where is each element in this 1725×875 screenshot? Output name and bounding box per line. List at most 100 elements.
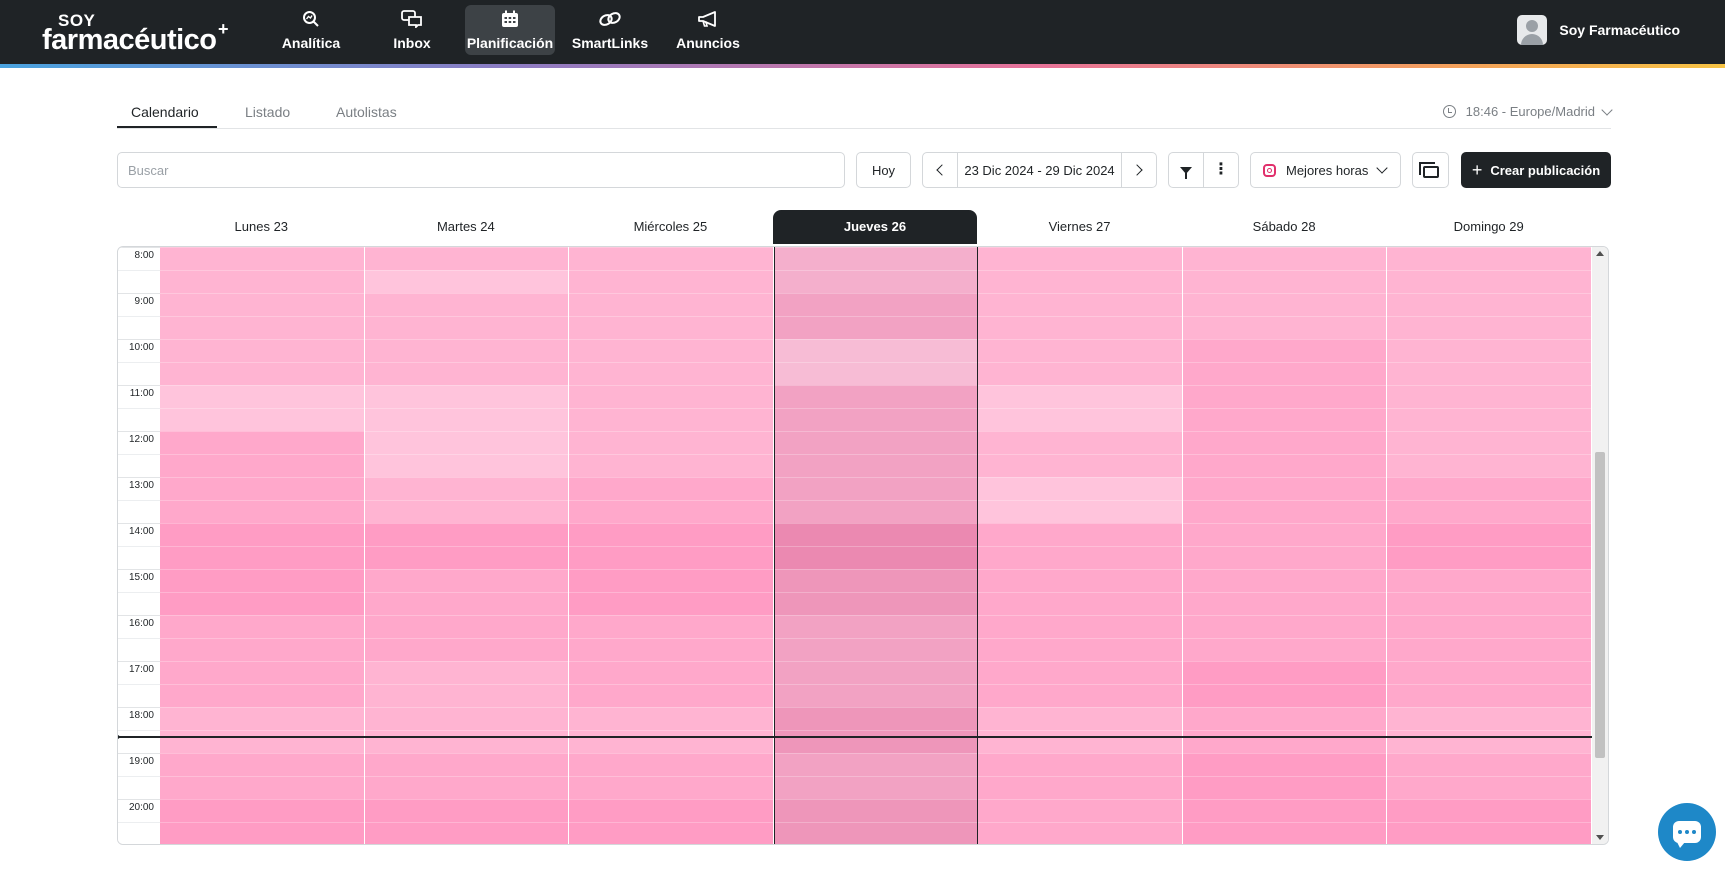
time-slot-cell[interactable] bbox=[978, 799, 1182, 822]
time-slot-cell[interactable] bbox=[569, 339, 773, 362]
time-slot-cell[interactable] bbox=[569, 316, 773, 339]
time-slot-cell[interactable] bbox=[160, 316, 364, 339]
time-slot-cell[interactable] bbox=[1387, 270, 1591, 293]
time-slot-cell[interactable] bbox=[774, 523, 978, 546]
time-slot-cell[interactable] bbox=[978, 661, 1182, 684]
time-slot-cell[interactable] bbox=[1182, 477, 1387, 500]
time-slot-cell[interactable] bbox=[569, 546, 773, 569]
time-slot-cell[interactable] bbox=[774, 822, 978, 844]
time-slot-cell[interactable] bbox=[1182, 753, 1387, 776]
time-slot-cell[interactable] bbox=[160, 500, 364, 523]
time-slot-cell[interactable] bbox=[978, 753, 1182, 776]
time-slot-cell[interactable] bbox=[160, 293, 364, 316]
time-slot-cell[interactable] bbox=[774, 500, 978, 523]
time-slot-cell[interactable] bbox=[160, 362, 364, 385]
time-slot-cell[interactable] bbox=[569, 431, 773, 454]
time-slot-cell[interactable] bbox=[774, 316, 978, 339]
time-slot-cell[interactable] bbox=[160, 684, 364, 707]
time-slot-cell[interactable] bbox=[978, 316, 1182, 339]
time-slot-cell[interactable] bbox=[1182, 454, 1387, 477]
time-slot-cell[interactable] bbox=[1182, 615, 1387, 638]
time-slot-cell[interactable] bbox=[1182, 546, 1387, 569]
time-slot-cell[interactable] bbox=[569, 638, 773, 661]
nav-item-anuncios[interactable]: Anuncios bbox=[663, 5, 753, 55]
time-slot-cell[interactable] bbox=[1387, 477, 1591, 500]
previous-week-button[interactable] bbox=[923, 153, 958, 187]
time-slot-cell[interactable] bbox=[569, 615, 773, 638]
time-slot-cell[interactable] bbox=[569, 661, 773, 684]
time-slot-cell[interactable] bbox=[1387, 385, 1591, 408]
time-slot-cell[interactable] bbox=[1387, 661, 1591, 684]
time-slot-cell[interactable] bbox=[774, 569, 978, 592]
time-slot-cell[interactable] bbox=[364, 247, 569, 270]
time-slot-cell[interactable] bbox=[774, 408, 978, 431]
time-slot-cell[interactable] bbox=[774, 707, 978, 730]
time-slot-cell[interactable] bbox=[1182, 362, 1387, 385]
time-slot-cell[interactable] bbox=[160, 592, 364, 615]
time-slot-cell[interactable] bbox=[1182, 316, 1387, 339]
media-gallery-button[interactable] bbox=[1412, 152, 1449, 188]
time-slot-cell[interactable] bbox=[978, 684, 1182, 707]
time-slot-cell[interactable] bbox=[364, 822, 569, 844]
user-menu[interactable]: Soy Farmacéutico bbox=[1517, 15, 1680, 45]
time-slot-cell[interactable] bbox=[160, 477, 364, 500]
time-slot-cell[interactable] bbox=[364, 615, 569, 638]
time-slot-cell[interactable] bbox=[774, 362, 978, 385]
time-slot-cell[interactable] bbox=[569, 569, 773, 592]
time-slot-cell[interactable] bbox=[978, 523, 1182, 546]
time-slot-cell[interactable] bbox=[1387, 799, 1591, 822]
time-slot-cell[interactable] bbox=[364, 477, 569, 500]
time-slot-cell[interactable] bbox=[569, 707, 773, 730]
time-slot-cell[interactable] bbox=[1387, 408, 1591, 431]
time-slot-cell[interactable] bbox=[160, 661, 364, 684]
time-slot-cell[interactable] bbox=[160, 408, 364, 431]
time-slot-cell[interactable] bbox=[978, 615, 1182, 638]
time-slot-cell[interactable] bbox=[1387, 615, 1591, 638]
time-slot-cell[interactable] bbox=[978, 362, 1182, 385]
time-slot-cell[interactable] bbox=[1387, 569, 1591, 592]
time-slot-cell[interactable] bbox=[569, 730, 773, 753]
time-slot-cell[interactable] bbox=[1387, 431, 1591, 454]
timezone-selector[interactable]: 18:46 - Europe/Madrid bbox=[1442, 103, 1613, 119]
time-slot-cell[interactable] bbox=[978, 454, 1182, 477]
time-slot-cell[interactable] bbox=[1182, 500, 1387, 523]
time-slot-cell[interactable] bbox=[364, 500, 569, 523]
time-slot-cell[interactable] bbox=[364, 270, 569, 293]
time-slot-cell[interactable] bbox=[774, 270, 978, 293]
time-slot-cell[interactable] bbox=[160, 615, 364, 638]
time-slot-cell[interactable] bbox=[1387, 822, 1591, 844]
time-slot-cell[interactable] bbox=[160, 799, 364, 822]
time-slot-cell[interactable] bbox=[364, 408, 569, 431]
time-slot-cell[interactable] bbox=[1182, 569, 1387, 592]
time-slot-cell[interactable] bbox=[1182, 684, 1387, 707]
date-range-label[interactable]: 23 Dic 2024 - 29 Dic 2024 bbox=[958, 153, 1121, 187]
time-slot-cell[interactable] bbox=[978, 431, 1182, 454]
time-slot-cell[interactable] bbox=[978, 293, 1182, 316]
time-slot-cell[interactable] bbox=[978, 546, 1182, 569]
time-slot-cell[interactable] bbox=[160, 822, 364, 844]
time-slot-cell[interactable] bbox=[978, 776, 1182, 799]
time-slot-cell[interactable] bbox=[1182, 661, 1387, 684]
time-slot-cell[interactable] bbox=[364, 316, 569, 339]
time-slot-cell[interactable] bbox=[1387, 523, 1591, 546]
time-slot-cell[interactable] bbox=[1387, 454, 1591, 477]
time-slot-cell[interactable] bbox=[1387, 247, 1591, 270]
time-slot-cell[interactable] bbox=[569, 684, 773, 707]
time-slot-cell[interactable] bbox=[1387, 776, 1591, 799]
chat-support-button[interactable] bbox=[1658, 803, 1716, 861]
time-slot-cell[interactable] bbox=[569, 592, 773, 615]
time-slot-cell[interactable] bbox=[978, 339, 1182, 362]
time-slot-cell[interactable] bbox=[978, 500, 1182, 523]
time-slot-cell[interactable] bbox=[978, 408, 1182, 431]
time-slot-cell[interactable] bbox=[774, 661, 978, 684]
time-slot-cell[interactable] bbox=[774, 799, 978, 822]
time-slot-cell[interactable] bbox=[160, 753, 364, 776]
time-slot-cell[interactable] bbox=[569, 247, 773, 270]
time-slot-cell[interactable] bbox=[1387, 592, 1591, 615]
more-options-button[interactable]: ⋮ bbox=[1203, 152, 1239, 188]
time-slot-cell[interactable] bbox=[774, 385, 978, 408]
time-slot-cell[interactable] bbox=[1387, 753, 1591, 776]
time-slot-cell[interactable] bbox=[569, 753, 773, 776]
time-slot-cell[interactable] bbox=[1387, 730, 1591, 753]
time-slot-cell[interactable] bbox=[978, 477, 1182, 500]
